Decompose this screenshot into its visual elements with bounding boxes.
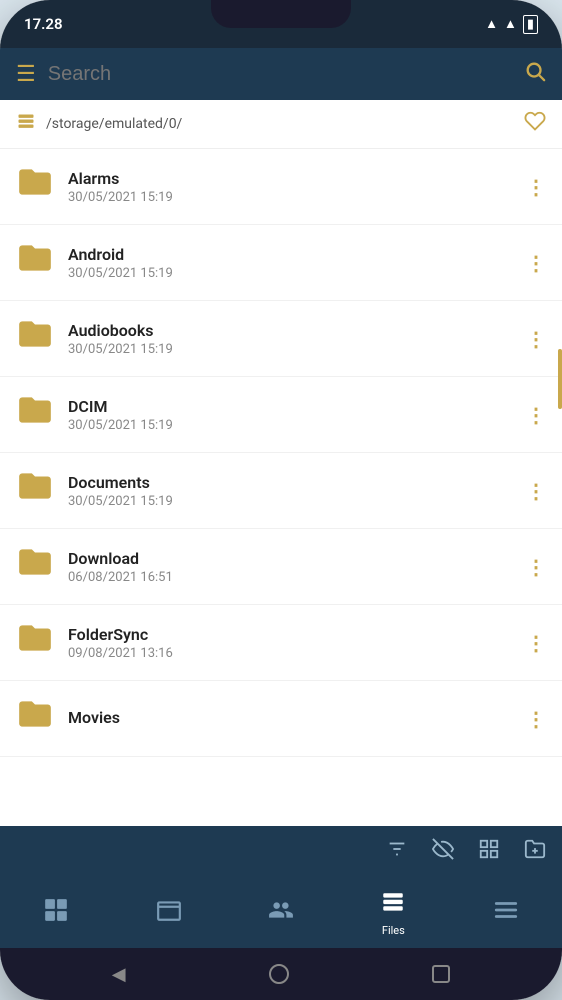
- file-name: Android: [68, 245, 512, 264]
- search-icon[interactable]: [524, 60, 546, 88]
- select-all-icon[interactable]: [478, 838, 500, 866]
- phone-frame: 17.28 ▲ ▲ ▮ ☰: [0, 0, 562, 1000]
- file-name: Alarms: [68, 169, 512, 188]
- file-date: 30/05/2021 15:19: [68, 266, 512, 281]
- battery-icon: ▮: [523, 15, 538, 34]
- list-item[interactable]: Documents 30/05/2021 15:19 ⋮: [0, 453, 562, 529]
- file-info: FolderSync 09/08/2021 13:16: [68, 625, 512, 661]
- wifi-icon: ▲: [485, 16, 498, 32]
- file-name: Download: [68, 549, 512, 568]
- toolbar: [0, 826, 562, 878]
- scroll-indicator: [558, 349, 562, 409]
- more-options-icon[interactable]: ⋮: [526, 175, 546, 199]
- more-options-icon[interactable]: ⋮: [526, 707, 546, 731]
- list-item[interactable]: DCIM 30/05/2021 15:19 ⋮: [0, 377, 562, 453]
- folder-icon: [16, 467, 54, 514]
- file-name: Movies: [68, 708, 512, 727]
- file-info: Android 30/05/2021 15:19: [68, 245, 512, 281]
- folder-icon: [16, 239, 54, 286]
- folder-icon: [16, 619, 54, 666]
- file-info: Download 06/08/2021 16:51: [68, 549, 512, 585]
- folder-icon: [16, 391, 54, 438]
- path-text: /storage/emulated/0/: [46, 116, 182, 132]
- storage-icon: [16, 112, 36, 137]
- file-date: 30/05/2021 15:19: [68, 342, 512, 357]
- status-icons: ▲ ▲ ▮: [485, 15, 538, 34]
- more-options-icon[interactable]: ⋮: [526, 251, 546, 275]
- folder-icon: [16, 543, 54, 590]
- nav-item-files[interactable]: Files: [380, 890, 406, 937]
- files-icon: [380, 890, 406, 922]
- browse-icon: [156, 897, 182, 929]
- files-nav-label: Files: [382, 924, 405, 937]
- list-item[interactable]: Android 30/05/2021 15:19 ⋮: [0, 225, 562, 301]
- file-date: 06/08/2021 16:51: [68, 570, 512, 585]
- search-bar[interactable]: ☰: [0, 48, 562, 100]
- file-name: Documents: [68, 473, 512, 492]
- list-item[interactable]: FolderSync 09/08/2021 13:16 ⋮: [0, 605, 562, 681]
- hidden-files-icon[interactable]: [432, 838, 454, 866]
- home-icon: [43, 897, 69, 929]
- filter-icon[interactable]: [386, 838, 408, 866]
- signal-icon: ▲: [504, 16, 517, 32]
- more-options-icon[interactable]: ⋮: [526, 479, 546, 503]
- folder-icon: [16, 315, 54, 362]
- nav-item-contacts[interactable]: [268, 897, 294, 929]
- nav-item-browse[interactable]: [156, 897, 182, 929]
- list-item[interactable]: Audiobooks 30/05/2021 15:19 ⋮: [0, 301, 562, 377]
- menu-icon: [493, 897, 519, 929]
- system-nav-bar: ◀: [0, 948, 562, 1000]
- home-button[interactable]: [269, 964, 289, 984]
- list-item[interactable]: Download 06/08/2021 16:51 ⋮: [0, 529, 562, 605]
- file-name: DCIM: [68, 397, 512, 416]
- more-options-icon[interactable]: ⋮: [526, 555, 546, 579]
- path-bar: /storage/emulated/0/: [0, 100, 562, 149]
- favorite-icon[interactable]: [524, 110, 546, 138]
- hamburger-icon[interactable]: ☰: [16, 62, 36, 87]
- status-time: 17.28: [24, 15, 63, 33]
- file-info: DCIM 30/05/2021 15:19: [68, 397, 512, 433]
- more-options-icon[interactable]: ⋮: [526, 403, 546, 427]
- back-button[interactable]: ◀: [112, 964, 126, 985]
- phone-screen: 17.28 ▲ ▲ ▮ ☰: [0, 0, 562, 1000]
- file-info: Movies: [68, 708, 512, 729]
- bottom-nav: Files: [0, 878, 562, 948]
- file-date: 30/05/2021 15:19: [68, 190, 512, 205]
- add-folder-icon[interactable]: [524, 838, 546, 866]
- file-name: FolderSync: [68, 625, 512, 644]
- folder-icon: [16, 695, 54, 742]
- path-left: /storage/emulated/0/: [16, 112, 182, 137]
- file-info: Alarms 30/05/2021 15:19: [68, 169, 512, 205]
- notch: [211, 0, 351, 28]
- search-input[interactable]: [48, 63, 512, 86]
- more-options-icon[interactable]: ⋮: [526, 631, 546, 655]
- file-list: Alarms 30/05/2021 15:19 ⋮ Android 30/05/…: [0, 149, 562, 826]
- more-options-icon[interactable]: ⋮: [526, 327, 546, 351]
- nav-item-menu[interactable]: [493, 897, 519, 929]
- file-info: Documents 30/05/2021 15:19: [68, 473, 512, 509]
- recents-button[interactable]: [432, 965, 450, 983]
- file-date: 30/05/2021 15:19: [68, 418, 512, 433]
- file-name: Audiobooks: [68, 321, 512, 340]
- file-date: 30/05/2021 15:19: [68, 494, 512, 509]
- contacts-icon: [268, 897, 294, 929]
- nav-item-home[interactable]: [43, 897, 69, 929]
- list-item[interactable]: Alarms 30/05/2021 15:19 ⋮: [0, 149, 562, 225]
- list-item[interactable]: Movies ⋮: [0, 681, 562, 757]
- file-date: 09/08/2021 13:16: [68, 646, 512, 661]
- file-info: Audiobooks 30/05/2021 15:19: [68, 321, 512, 357]
- folder-icon: [16, 163, 54, 210]
